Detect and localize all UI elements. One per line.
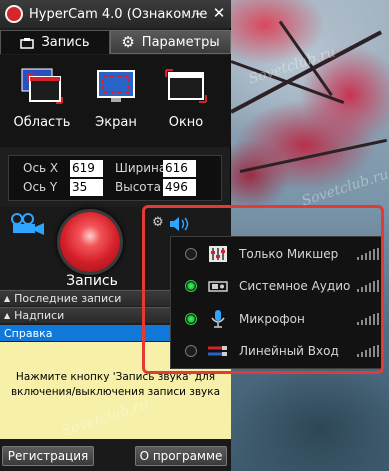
minimize-button[interactable]: – <box>190 4 208 22</box>
about-button[interactable]: О программе <box>135 446 227 466</box>
region-icon <box>20 67 64 105</box>
tab-settings[interactable]: ⚙ Параметры <box>110 30 231 54</box>
x-field[interactable]: 619 <box>70 160 103 177</box>
y-label: Ось Y <box>23 180 58 194</box>
section-title: Надписи <box>14 309 65 322</box>
width-field[interactable]: 616 <box>163 160 196 177</box>
screen-icon <box>94 67 138 105</box>
mode-label: Окно <box>168 115 204 130</box>
collapse-arrow-icon: ▲ <box>4 311 11 320</box>
mode-screen-button[interactable]: Экран <box>86 67 146 130</box>
help-text: Нажмите кнопку 'Запись звука' для включе… <box>10 371 221 398</box>
window-title: HyperCam 4.0 (Ознакомле <box>29 6 207 22</box>
hypercam-logo-icon <box>5 5 23 23</box>
register-button[interactable]: Регистрация <box>2 446 94 466</box>
gear-icon: ⚙ <box>121 33 135 51</box>
tab-record[interactable]: Запись <box>0 30 110 54</box>
record-button[interactable] <box>60 212 120 272</box>
record-label: Запись <box>66 273 118 289</box>
section-title: Справка <box>4 326 53 340</box>
x-label: Ось X <box>23 161 59 175</box>
section-title: Последние записи <box>14 292 122 305</box>
y-field[interactable]: 35 <box>70 179 103 196</box>
tab-bar: Запись ⚙ Параметры <box>0 30 231 54</box>
mode-label: Экран <box>95 115 137 130</box>
tab-label: Параметры <box>141 34 220 50</box>
mode-region-button[interactable]: Область <box>12 67 72 130</box>
close-button[interactable]: ✕ <box>210 4 228 22</box>
collapse-arrow-icon: ▲ <box>4 294 11 303</box>
height-label: Высота <box>115 180 161 194</box>
highlight-frame <box>142 205 384 374</box>
capture-modes: Область Экран Окно <box>0 55 231 147</box>
height-field[interactable]: 496 <box>163 179 196 196</box>
video-camera-icon[interactable] <box>10 213 46 235</box>
window-icon <box>164 67 208 105</box>
camera-icon <box>20 37 35 49</box>
title-bar[interactable]: HyperCam 4.0 (Ознакомле – ✕ <box>0 0 231 28</box>
mode-label: Область <box>13 115 71 130</box>
width-label: Ширина <box>115 161 167 175</box>
mode-window-button[interactable]: Окно <box>156 67 216 130</box>
coordinates-panel: Ось X 619 Ширина 616 Ось Y 35 Высота 496 <box>8 155 222 201</box>
tab-label: Запись <box>41 35 90 50</box>
bottom-bar: Регистрация О программе <box>0 439 231 471</box>
